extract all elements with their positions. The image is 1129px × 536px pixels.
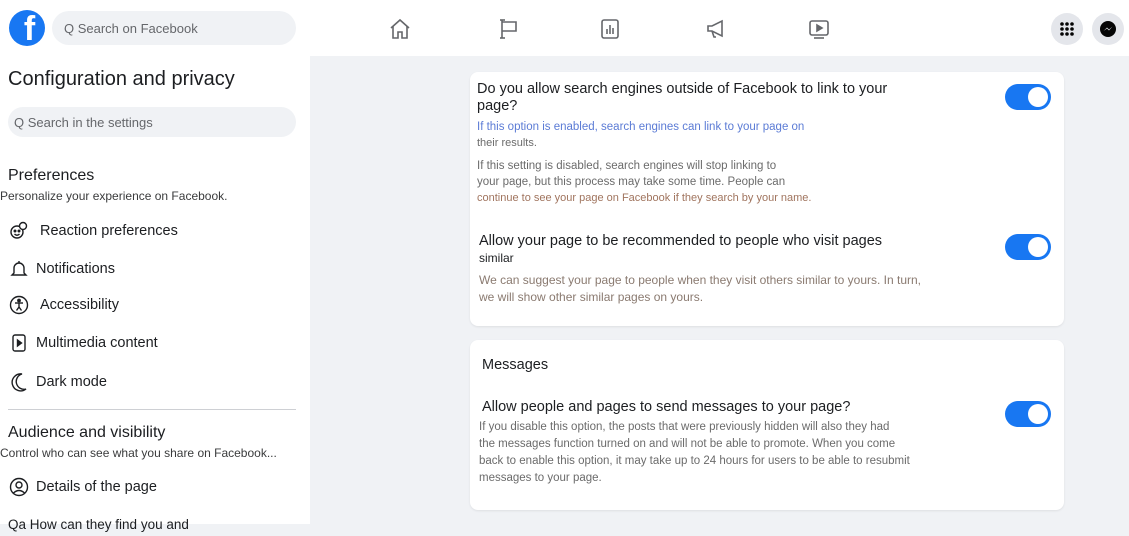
description-line: back to enable this option, it may take … [479,455,910,467]
search-engines-toggle[interactable] [1005,84,1051,110]
setting-description: If this option is enabled, search engine… [477,119,804,151]
sidebar-item-label: Qa How can they find you and [8,516,189,532]
top-navigation-bar: f Q Search on Facebook [0,0,1129,56]
toggle-knob [1028,87,1048,107]
description-line: If you disable this option, the posts th… [479,421,890,433]
preferences-subtitle: Personalize your experience on Facebook. [0,189,228,203]
preferences-title: Preferences [8,167,95,184]
toggle-knob [1028,404,1048,424]
setting-title-line: Do you allow search engines outside of F… [477,81,888,97]
bell-icon [8,258,30,280]
setting-description: If this setting is disabled, search engi… [477,158,811,206]
sidebar-item-notifications[interactable]: Notifications [8,257,115,281]
setting-title-line: Allow your page to be recommended to peo… [479,233,883,249]
facebook-logo[interactable]: f [9,10,45,46]
description-line: messages to your page. [479,472,602,484]
flag-icon[interactable] [496,16,522,42]
messages-setting-title: Allow people and pages to send messages … [482,399,851,415]
sidebar-item-dark-mode[interactable]: Dark mode [8,370,107,394]
multimedia-icon [8,332,30,354]
recommend-page-toggle[interactable] [1005,234,1051,260]
search-and-recommendation-card: Do you allow search engines outside of F… [470,72,1064,326]
settings-search-input[interactable]: Q Search in the settings [8,107,296,137]
description-line: If this setting is disabled, search engi… [477,160,777,172]
setting-title: Allow your page to be recommended to peo… [479,233,882,267]
audience-title: Audience and visibility [8,424,166,441]
audience-subtitle: Control who can see what you share on Fa… [0,446,277,460]
accessibility-icon [8,294,30,316]
setting-title: Do you allow search engines outside of F… [477,81,887,115]
home-icon[interactable] [387,16,413,42]
logo-letter: f [23,10,36,46]
messages-card: Messages Allow people and pages to send … [470,340,1064,510]
sidebar-item-reaction-preferences[interactable]: Reaction preferences [8,219,178,243]
toggle-knob [1028,237,1048,257]
reaction-icon [8,220,30,242]
description-line: we will show other similar pages on your… [479,290,704,304]
setting-title-line: similar [479,251,514,265]
description-line: continue to see your page on Facebook if… [477,192,812,204]
settings-sidebar: Configuration and privacy Q Search in th… [0,56,310,532]
setting-description: We can suggest your page to people when … [479,272,921,306]
description-line: the messages function turned on and will… [479,438,896,450]
video-icon[interactable] [806,16,832,42]
settings-search-placeholder: Q Search in the settings [14,114,153,130]
details-icon [8,476,30,498]
messenger-icon[interactable] [1092,13,1124,45]
allow-messages-toggle[interactable] [1005,401,1051,427]
description-line: their results. [477,137,537,149]
description-line: We can suggest your page to people when … [479,273,922,287]
sidebar-title: Configuration and privacy [8,68,235,90]
sidebar-item-label: Reaction preferences [40,223,178,239]
sidebar-item-label: Dark mode [36,374,107,390]
setting-title-line: page? [477,98,518,114]
description-line: your page, but this process may take som… [477,176,786,188]
sidebar-item-accessibility[interactable]: Accessibility [8,293,119,317]
megaphone-icon[interactable] [703,16,729,42]
sidebar-divider [8,409,296,410]
messages-heading: Messages [482,357,549,373]
sidebar-item-label: Multimedia content [36,335,158,351]
sidebar-item-label: Accessibility [40,297,119,313]
messages-setting-description: If you disable this option, the posts th… [479,419,910,487]
facebook-search-placeholder: Q Search on Facebook [64,20,198,36]
facebook-search-input[interactable]: Q Search on Facebook [52,11,296,45]
sidebar-item-label: Details of the page [36,479,157,495]
sidebar-item-label: Notifications [36,261,115,277]
moon-icon [8,371,30,393]
sidebar-item-multimedia-content[interactable]: Multimedia content [8,331,158,355]
insights-icon[interactable] [597,16,623,42]
description-line: If this option is enabled, search engine… [477,121,805,133]
menu-grid-icon[interactable] [1051,13,1083,45]
sidebar-item-details-of-page[interactable]: Details of the page [8,475,157,499]
sidebar-item-how-can-they-find-you[interactable]: Qa How can they find you and [8,512,189,536]
